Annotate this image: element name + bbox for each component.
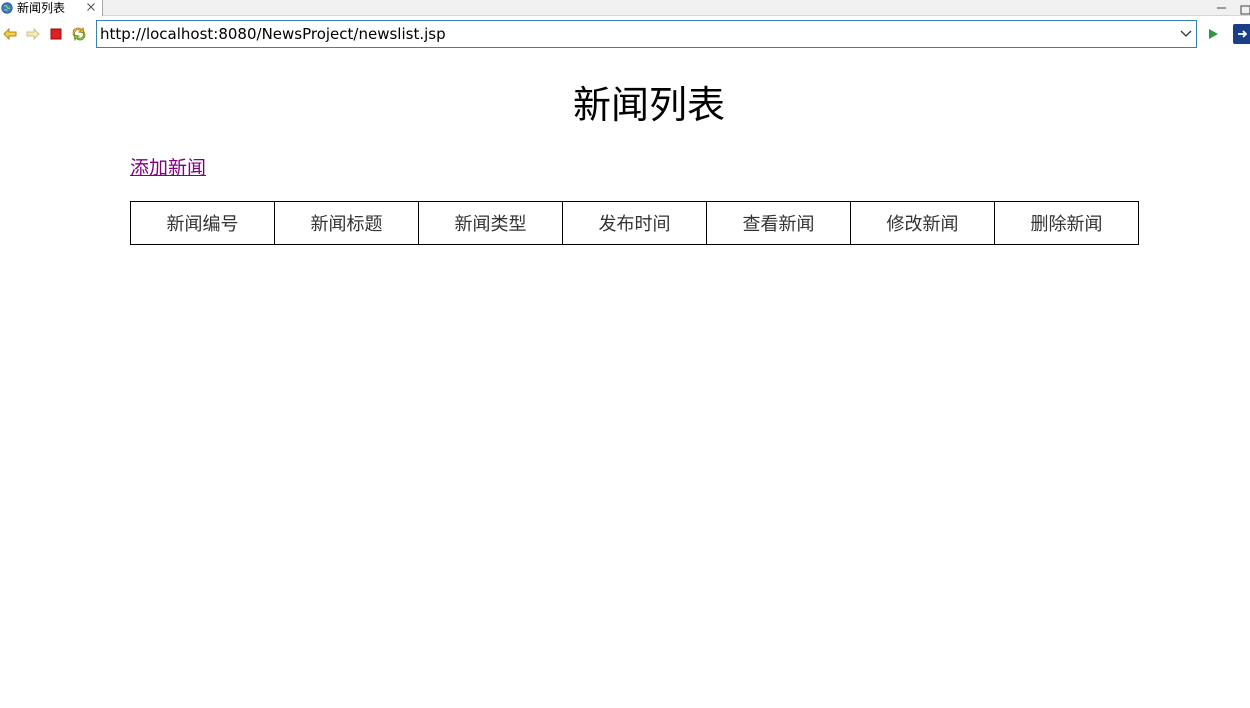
column-header-title: 新闻标题 [274,201,419,245]
stop-icon[interactable] [48,26,64,42]
chevron-down-icon[interactable] [1176,22,1196,46]
column-header-view: 查看新闻 [706,201,851,245]
tab-title: 新闻列表 [17,1,66,15]
column-header-time: 发布时间 [562,201,707,245]
column-header-id: 新闻编号 [130,201,275,245]
back-arrow-icon[interactable] [2,26,18,42]
table-header-row: 新闻编号 新闻标题 新闻类型 发布时间 查看新闻 修改新闻 删除新闻 [130,201,1139,245]
globe-icon [1,2,13,14]
go-icon[interactable] [1205,26,1221,42]
page-title: 新闻列表 [572,83,725,127]
browser-toolbar [0,16,1250,52]
address-bar[interactable] [96,20,1197,48]
maximize-icon[interactable] [1240,0,1250,15]
minimize-icon[interactable] [1216,0,1228,10]
forward-arrow-icon[interactable] [25,26,41,42]
address-input[interactable] [97,22,1176,46]
close-icon[interactable] [85,1,97,13]
column-header-delete: 删除新闻 [994,201,1139,245]
refresh-icon[interactable] [71,26,87,42]
column-header-edit: 修改新闻 [850,201,995,245]
external-browser-icon[interactable] [1233,24,1250,44]
tab-strip: 新闻列表 [0,0,1250,16]
browser-tab[interactable]: 新闻列表 [0,0,103,16]
add-news-link[interactable]: 添加新闻 [130,155,206,181]
column-header-type: 新闻类型 [418,201,563,245]
news-table: 新闻编号 新闻标题 新闻类型 发布时间 查看新闻 修改新闻 删除新闻 [130,201,1139,245]
